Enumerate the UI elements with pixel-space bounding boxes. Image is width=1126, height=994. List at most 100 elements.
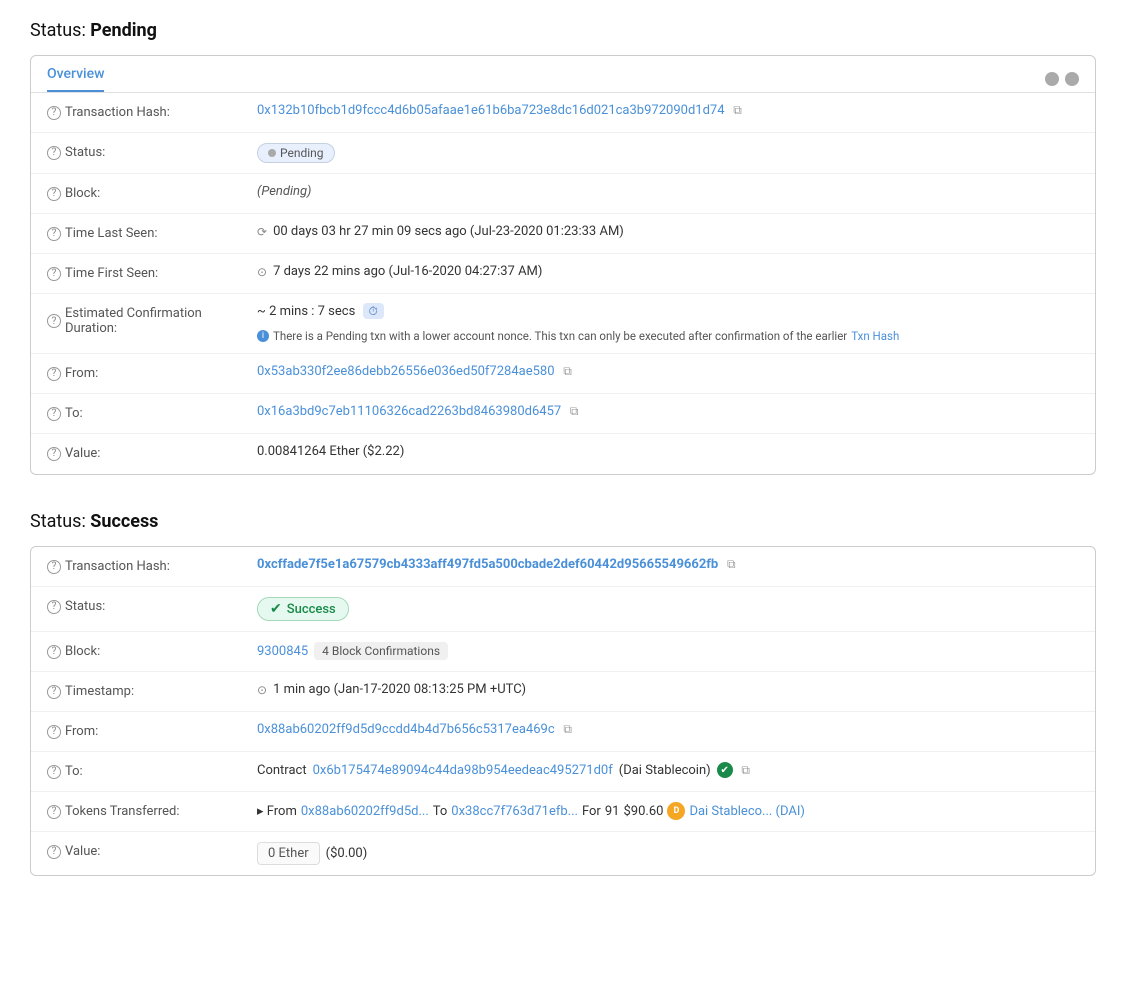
value-time-first-seen: ⊙ 7 days 22 mins ago (Jul-16-2020 04:27:… — [257, 264, 1079, 279]
help-icon-value-pending[interactable]: ? — [47, 447, 61, 461]
row-tokens-transferred: ? Tokens Transferred: ▸ From 0x88ab60202… — [31, 792, 1095, 832]
row-from-pending: ? From: 0x53ab330f2ee86debb26556e036ed50… — [31, 354, 1095, 394]
help-icon-to-success[interactable]: ? — [47, 765, 61, 779]
success-check: ✔ — [270, 601, 282, 617]
help-icon-est[interactable]: ? — [47, 314, 61, 328]
row-value-success: ? Value: 0 Ether ($0.00) — [31, 832, 1095, 875]
value-status-pending: Pending — [257, 143, 1079, 163]
block-pending-value: (Pending) — [257, 184, 311, 199]
row-status-pending: ? Status: Pending — [31, 133, 1095, 174]
help-icon-block-success[interactable]: ? — [47, 645, 61, 659]
value-time-last-seen: ⟳ 00 days 03 hr 27 min 09 secs ago (Jul-… — [257, 224, 1079, 239]
row-tx-hash-pending: ? Transaction Hash: 0x132b10fbcb1d9fccc4… — [31, 93, 1095, 133]
help-icon-status-success[interactable]: ? — [47, 600, 61, 614]
row-to-pending: ? To: 0x16a3bd9c7eb11106326cad2263bd8463… — [31, 394, 1095, 434]
help-icon-status[interactable]: ? — [47, 146, 61, 160]
value-block-pending: (Pending) — [257, 184, 1079, 199]
tab-circle-1 — [1045, 72, 1059, 86]
help-icon-time-last[interactable]: ? — [47, 227, 61, 241]
label-tx-hash-success: ? Transaction Hash: — [47, 557, 257, 574]
token-to-label: To — [433, 804, 448, 819]
tx-hash-pending-link[interactable]: 0x132b10fbcb1d9fccc4d6b05afaae1e61b6ba72… — [257, 103, 725, 118]
row-time-first-seen: ? Time First Seen: ⊙ 7 days 22 mins ago … — [31, 254, 1095, 294]
estimate-line: ~ 2 mins : 7 secs ⏱ — [257, 304, 384, 319]
value-to-pending: 0x16a3bd9c7eb11106326cad2263bd8463980d64… — [257, 404, 1079, 419]
label-status-pending: ? Status: — [47, 143, 257, 160]
label-value-success: ? Value: — [47, 842, 257, 859]
token-from-address[interactable]: 0x88ab60202ff9d5d... — [301, 804, 429, 819]
label-block-success: ? Block: — [47, 642, 257, 659]
help-icon-block[interactable]: ? — [47, 187, 61, 201]
copy-icon-from-success[interactable]: ⧉ — [561, 723, 575, 737]
row-block-pending: ? Block: (Pending) — [31, 174, 1095, 214]
row-from-success: ? From: 0x88ab60202ff9d5d9ccdd4b4d7b656c… — [31, 712, 1095, 752]
label-to-pending: ? To: — [47, 404, 257, 421]
info-note: i There is a Pending txn with a lower ac… — [257, 329, 899, 343]
usd-value: ($0.00) — [326, 846, 368, 861]
value-value-success: 0 Ether ($0.00) — [257, 842, 1079, 865]
token-arrow: ▸ From — [257, 804, 297, 819]
block-number-link[interactable]: 9300845 — [257, 644, 308, 659]
copy-icon-from-pending[interactable]: ⧉ — [561, 365, 575, 379]
value-timestamp-success: ⊙ 1 min ago (Jan-17-2020 08:13:25 PM +UT… — [257, 682, 1079, 697]
value-to-success: Contract 0x6b175474e89094c44da98b954eede… — [257, 762, 1079, 778]
dai-token-link[interactable]: Dai Stableco... (DAI) — [689, 804, 805, 819]
from-pending-address[interactable]: 0x53ab330f2ee86debb26556e036ed50f7284ae5… — [257, 364, 555, 379]
row-tx-hash-success: ? Transaction Hash: 0xcffade7f5e1a67579c… — [31, 547, 1095, 587]
token-to-address[interactable]: 0x38cc7f763d71efb... — [451, 804, 578, 819]
label-status-success: ? Status: — [47, 597, 257, 614]
row-value-pending: ? Value: 0.00841264 Ether ($2.22) — [31, 434, 1095, 474]
token-for-label: For — [582, 804, 601, 819]
badge-success: ✔ Success — [257, 597, 349, 621]
spinner-icon: ⟳ — [257, 225, 267, 239]
estimate-badge: ⏱ — [363, 303, 384, 319]
to-pending-address[interactable]: 0x16a3bd9c7eb11106326cad2263bd8463980d64… — [257, 404, 561, 419]
value-est-confirmation: ~ 2 mins : 7 secs ⏱ i There is a Pending… — [257, 304, 1079, 343]
copy-icon-to-success[interactable]: ⧉ — [739, 763, 753, 777]
help-icon-timestamp[interactable]: ? — [47, 685, 61, 699]
tab-overview[interactable]: Overview — [47, 66, 104, 92]
label-value-pending: ? Value: — [47, 444, 257, 461]
tokens-row: ▸ From 0x88ab60202ff9d5d... To 0x38cc7f7… — [257, 802, 805, 820]
tab-circles — [1045, 72, 1079, 86]
txn-hash-link[interactable]: Txn Hash — [851, 329, 899, 343]
help-icon[interactable]: ? — [47, 106, 61, 120]
ether-value-box: 0 Ether — [257, 842, 320, 865]
row-time-last-seen: ? Time Last Seen: ⟳ 00 days 03 hr 27 min… — [31, 214, 1095, 254]
block-confirmations: 4 Block Confirmations — [314, 642, 448, 660]
help-icon-tokens[interactable]: ? — [47, 805, 61, 819]
help-icon-from-pending[interactable]: ? — [47, 367, 61, 381]
value-tx-hash-pending: 0x132b10fbcb1d9fccc4d6b05afaae1e61b6ba72… — [257, 103, 1079, 118]
help-icon-from-success[interactable]: ? — [47, 725, 61, 739]
label-block-pending: ? Block: — [47, 184, 257, 201]
value-tx-hash-success: 0xcffade7f5e1a67579cb4333aff497fd5a500cb… — [257, 557, 1079, 572]
row-status-success: ? Status: ✔ Success — [31, 587, 1095, 632]
contract-name: (Dai Stablecoin) — [619, 763, 711, 778]
badge-pending: Pending — [257, 143, 335, 163]
info-dot: i — [257, 330, 269, 342]
contract-prefix: Contract — [257, 763, 307, 778]
success-card: ? Transaction Hash: 0xcffade7f5e1a67579c… — [30, 546, 1096, 876]
label-est-confirmation: ? Estimated Confirmation Duration: — [47, 304, 257, 336]
tab-circle-2 — [1065, 72, 1079, 86]
label-from-success: ? From: — [47, 722, 257, 739]
label-time-first-seen: ? Time First Seen: — [47, 264, 257, 281]
help-icon-tx-success[interactable]: ? — [47, 560, 61, 574]
value-from-success: 0x88ab60202ff9d5d9ccdd4b4d7b656c5317ea46… — [257, 722, 1079, 737]
from-success-address[interactable]: 0x88ab60202ff9d5d9ccdd4b4d7b656c5317ea46… — [257, 722, 555, 737]
tx-hash-success-link[interactable]: 0xcffade7f5e1a67579cb4333aff497fd5a500cb… — [257, 557, 718, 572]
label-to-success: ? To: — [47, 762, 257, 779]
label-time-last-seen: ? Time Last Seen: — [47, 224, 257, 241]
value-tokens-transferred: ▸ From 0x88ab60202ff9d5d... To 0x38cc7f7… — [257, 802, 1079, 820]
help-icon-time-first[interactable]: ? — [47, 267, 61, 281]
contract-address[interactable]: 0x6b175474e89094c44da98b954eedeac495271d… — [313, 763, 613, 778]
help-icon-value-success[interactable]: ? — [47, 845, 61, 859]
copy-icon-to-pending[interactable]: ⧉ — [567, 405, 581, 419]
copy-icon-tx-success[interactable]: ⧉ — [724, 558, 738, 572]
token-amount: 91 — [605, 804, 620, 819]
pending-tab-bar: Overview — [31, 56, 1095, 93]
copy-icon-tx-hash-pending[interactable]: ⧉ — [731, 104, 745, 118]
pending-card: Overview ? Transaction Hash: 0x132b10fbc… — [30, 55, 1096, 475]
help-icon-to-pending[interactable]: ? — [47, 407, 61, 421]
value-status-success: ✔ Success — [257, 597, 1079, 621]
